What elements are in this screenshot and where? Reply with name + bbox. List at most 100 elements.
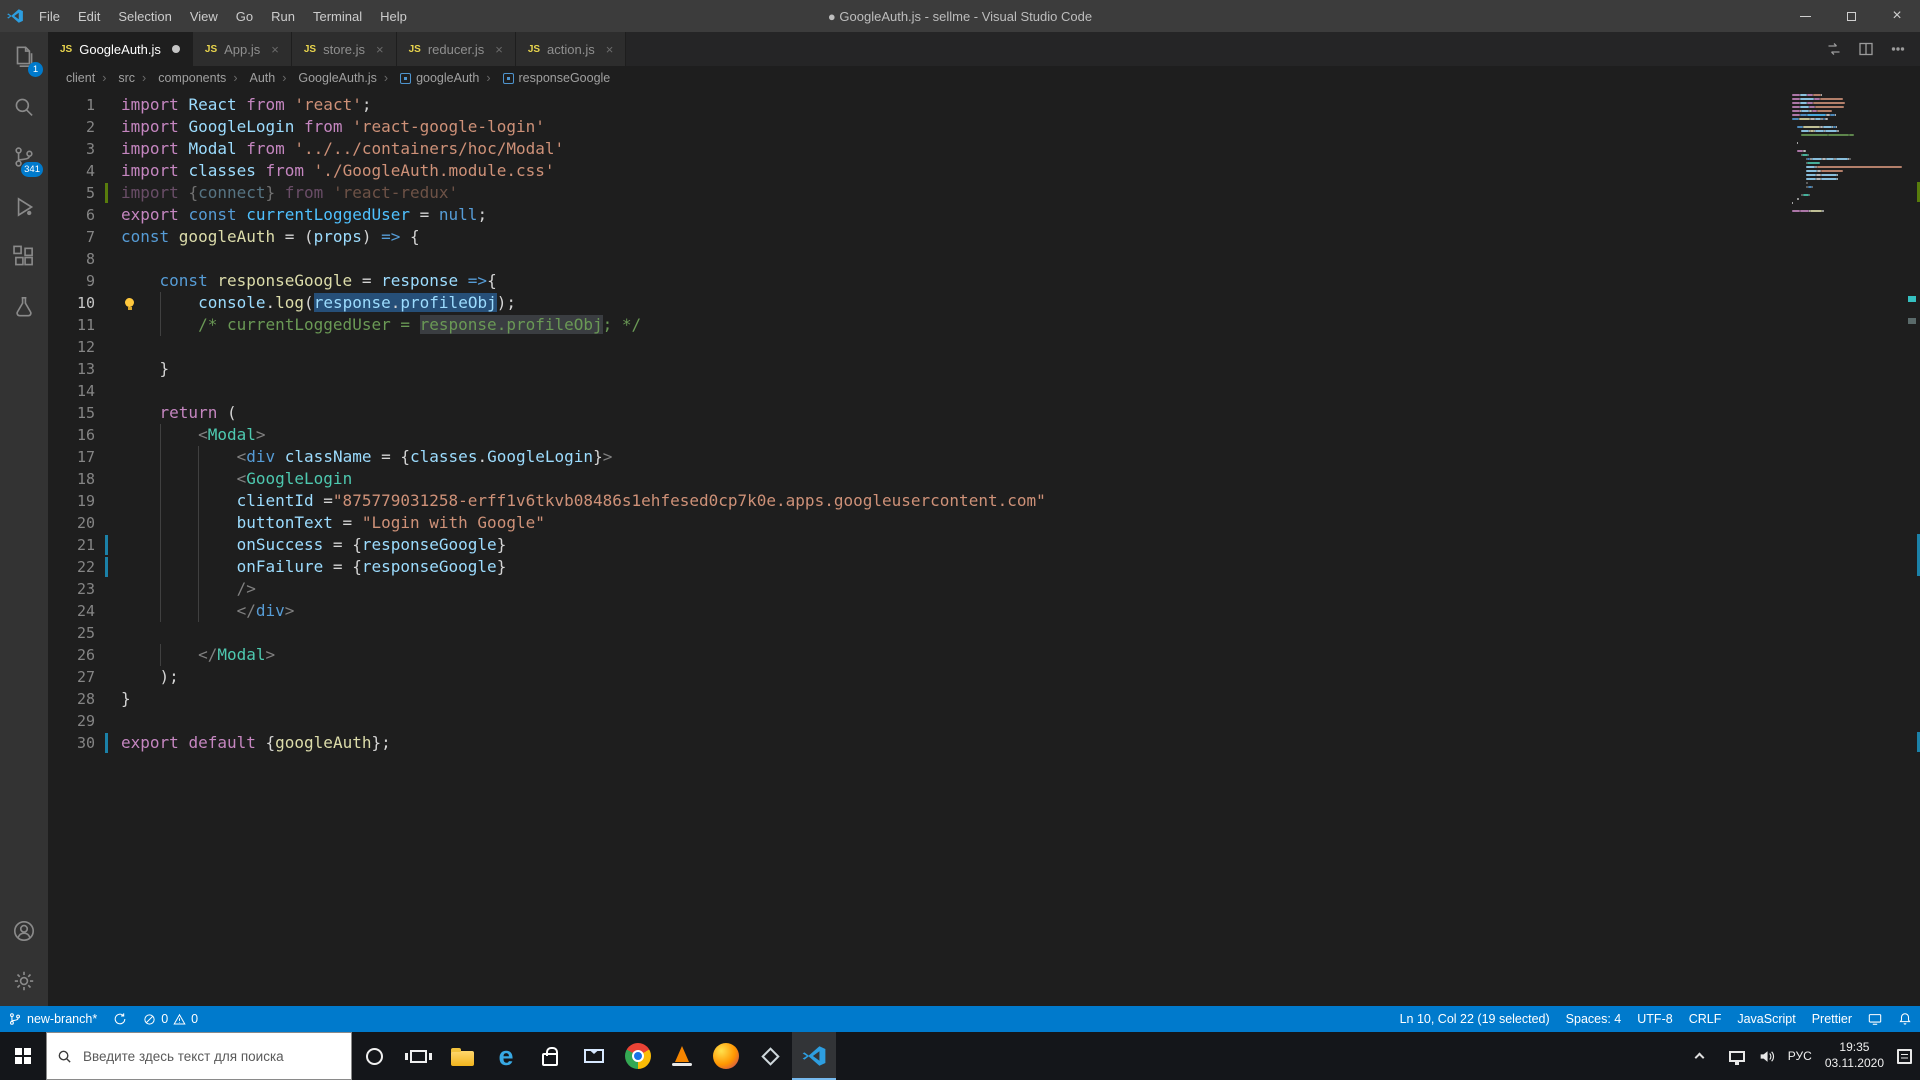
code-line[interactable]: 1 import React from 'react';	[48, 94, 1920, 116]
cortana-icon[interactable]	[352, 1032, 396, 1080]
source-control-icon[interactable]: 341	[0, 132, 48, 182]
settings-gear-icon[interactable]	[0, 956, 48, 1006]
sync-button[interactable]	[105, 1006, 135, 1032]
problems-indicator[interactable]: 0 0	[135, 1006, 206, 1032]
testing-beaker-icon[interactable]	[0, 282, 48, 332]
code-lines[interactable]: 1 import React from 'react'; 2 import Googl…	[48, 90, 1920, 754]
task-view-icon[interactable]	[396, 1032, 440, 1080]
edge-icon[interactable]: e	[484, 1032, 528, 1080]
more-actions-icon[interactable]	[1890, 41, 1906, 57]
taskbar-clock[interactable]: 19:35 03.11.2020	[1825, 1040, 1884, 1071]
app-diamond-icon[interactable]	[748, 1032, 792, 1080]
action-center-icon[interactable]	[1897, 1048, 1912, 1064]
menu-go[interactable]: Go	[227, 0, 262, 32]
eol-setting[interactable]: CRLF	[1681, 1006, 1730, 1032]
account-icon[interactable]	[0, 906, 48, 956]
menu-help[interactable]: Help	[371, 0, 416, 32]
code-line[interactable]: 26 </Modal>	[48, 644, 1920, 666]
code-line[interactable]: 11 /* currentLoggedUser = response.profi…	[48, 314, 1920, 336]
search-icon[interactable]	[0, 82, 48, 132]
code-line[interactable]: 6 export const currentLoggedUser = null;	[48, 204, 1920, 226]
tab-app-js[interactable]: JS App.js	[192, 32, 292, 66]
code-line[interactable]: 3 import Modal from '../../containers/hoc…	[48, 138, 1920, 160]
firefox-icon[interactable]	[704, 1032, 748, 1080]
taskbar-search[interactable]	[46, 1032, 352, 1080]
menu-selection[interactable]: Selection	[109, 0, 180, 32]
close-tab-icon[interactable]	[271, 42, 279, 57]
code-line[interactable]: 13 }	[48, 358, 1920, 380]
code-line[interactable]: 2 import GoogleLogin from 'react-google-l…	[48, 116, 1920, 138]
code-line[interactable]: 7 const googleAuth = (props) => {	[48, 226, 1920, 248]
code-line[interactable]: 4 import classes from './GoogleAuth.modul…	[48, 160, 1920, 182]
code-line[interactable]: 22 onFailure = {responseGoogle}	[48, 556, 1920, 578]
vlc-icon[interactable]	[660, 1032, 704, 1080]
breadcrumb-client[interactable]: client	[66, 71, 95, 85]
code-line[interactable]: 29	[48, 710, 1920, 732]
breadcrumb-components[interactable]: components	[135, 71, 226, 85]
code-line[interactable]: 16 <Modal>	[48, 424, 1920, 446]
encoding-setting[interactable]: UTF-8	[1629, 1006, 1680, 1032]
code-line[interactable]: 18 <GoogleLogin	[48, 468, 1920, 490]
open-changes-icon[interactable]	[1826, 41, 1842, 57]
store-icon[interactable]	[528, 1032, 572, 1080]
close-window-icon[interactable]	[1874, 0, 1920, 32]
close-tab-icon[interactable]	[606, 42, 614, 57]
code-line[interactable]: 24 </div>	[48, 600, 1920, 622]
explorer-icon[interactable]: 1	[0, 32, 48, 82]
menu-edit[interactable]: Edit	[69, 0, 109, 32]
code-line[interactable]: 28}	[48, 688, 1920, 710]
code-line[interactable]: 25	[48, 622, 1920, 644]
menu-file[interactable]: File	[30, 0, 69, 32]
modified-dot-icon[interactable]	[171, 45, 180, 53]
breadcrumb-src[interactable]: src	[95, 71, 135, 85]
menu-run[interactable]: Run	[262, 0, 304, 32]
tab-googleauth-js[interactable]: JS GoogleAuth.js	[48, 32, 193, 66]
minimap[interactable]	[1792, 94, 1904, 214]
code-editor[interactable]: 1 import React from 'react'; 2 import Googl…	[48, 90, 1920, 1006]
code-line[interactable]: 19 clientId ="875779031258-erff1v6tkvb08…	[48, 490, 1920, 512]
formatter-indicator[interactable]: Prettier	[1804, 1006, 1860, 1032]
code-line[interactable]: 20 buttonText = "Login with Google"	[48, 512, 1920, 534]
breadcrumb-auth[interactable]: Auth	[226, 71, 275, 85]
hidden-icons-chevron-icon[interactable]	[1694, 1052, 1705, 1063]
language-indicator[interactable]: РУС	[1788, 1049, 1812, 1063]
taskbar-search-input[interactable]	[47, 1033, 351, 1079]
code-line[interactable]: 17 <div className = {classes.GoogleLogin…	[48, 446, 1920, 468]
split-editor-icon[interactable]	[1858, 41, 1874, 57]
code-line[interactable]: 23 />	[48, 578, 1920, 600]
chrome-icon[interactable]	[616, 1032, 660, 1080]
run-debug-icon[interactable]	[0, 182, 48, 232]
git-branch-indicator[interactable]: new-branch*	[0, 1006, 105, 1032]
cursor-position[interactable]: Ln 10, Col 22 (19 selected)	[1392, 1006, 1558, 1032]
lightbulb-icon[interactable]	[125, 298, 134, 310]
tab-action-js[interactable]: JS action.js	[515, 32, 627, 66]
code-line[interactable]: 27 );	[48, 666, 1920, 688]
file-explorer-icon[interactable]	[440, 1032, 484, 1080]
volume-icon[interactable]	[1758, 1048, 1775, 1065]
breadcrumb-symbol-googleauth[interactable]: googleAuth	[377, 71, 479, 85]
menu-view[interactable]: View	[181, 0, 227, 32]
breadcrumb-file[interactable]: GoogleAuth.js	[275, 71, 377, 85]
vscode-taskbar-icon[interactable]	[792, 1032, 836, 1080]
breadcrumb-symbol-responsegoogle[interactable]: responseGoogle	[479, 71, 610, 85]
code-line[interactable]: 21 onSuccess = {responseGoogle}	[48, 534, 1920, 556]
feedback-icon[interactable]	[1860, 1006, 1890, 1032]
tab-reducer-js[interactable]: JS reducer.js	[396, 32, 516, 66]
mail-icon[interactable]	[572, 1032, 616, 1080]
close-tab-icon[interactable]	[495, 42, 503, 57]
tab-store-js[interactable]: JS store.js	[291, 32, 397, 66]
code-line[interactable]: 9 const responseGoogle = response =>{	[48, 270, 1920, 292]
code-line[interactable]: 30 export default {googleAuth};	[48, 732, 1920, 754]
notifications-bell-icon[interactable]	[1890, 1006, 1920, 1032]
code-line[interactable]: 5 import {connect} from 'react-redux'	[48, 182, 1920, 204]
code-line[interactable]: 15 return (	[48, 402, 1920, 424]
menu-terminal[interactable]: Terminal	[304, 0, 371, 32]
code-line[interactable]: 10 console.log(response.profileObj);	[48, 292, 1920, 314]
code-line[interactable]: 12	[48, 336, 1920, 358]
indentation-setting[interactable]: Spaces: 4	[1558, 1006, 1630, 1032]
code-line[interactable]: 8	[48, 248, 1920, 270]
network-icon[interactable]	[1728, 1050, 1745, 1065]
close-tab-icon[interactable]	[376, 42, 384, 57]
extensions-icon[interactable]	[0, 232, 48, 282]
start-button[interactable]	[0, 1032, 46, 1080]
